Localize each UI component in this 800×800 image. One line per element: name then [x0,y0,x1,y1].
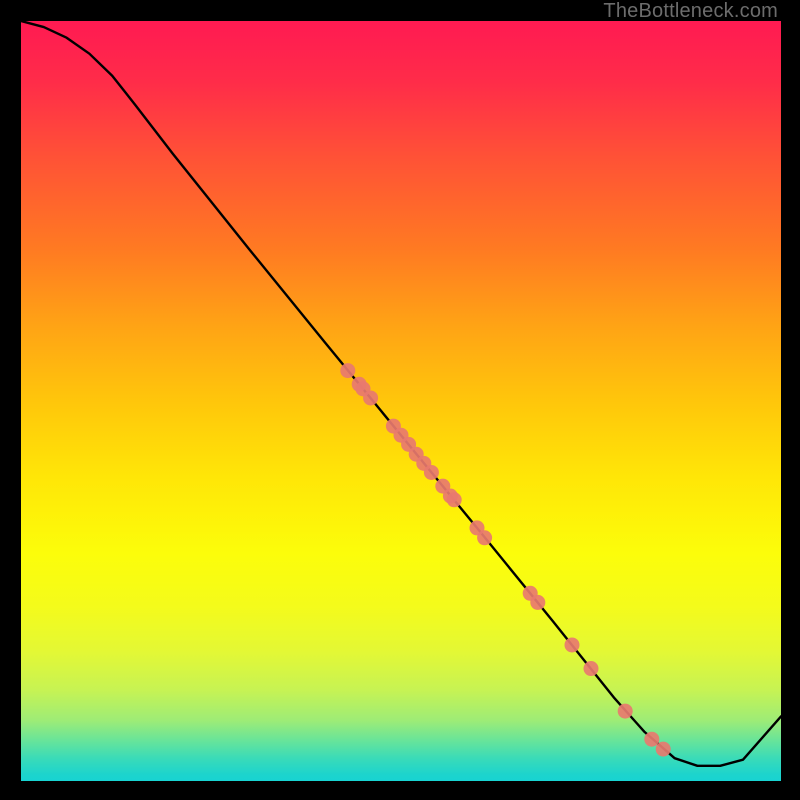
data-points-group [340,363,670,756]
data-point [530,595,545,610]
data-point [424,465,439,480]
data-point [644,732,659,747]
data-point [565,637,580,652]
bottleneck-curve [21,21,781,766]
plot-area [21,21,781,781]
data-point [340,363,355,378]
data-point [618,704,633,719]
data-point [447,492,462,507]
data-point [656,742,671,757]
chart-svg [21,21,781,781]
data-point [363,390,378,405]
data-point [477,530,492,545]
chart-frame: TheBottleneck.com [0,0,800,800]
data-point [584,661,599,676]
watermark-text: TheBottleneck.com [603,0,778,23]
